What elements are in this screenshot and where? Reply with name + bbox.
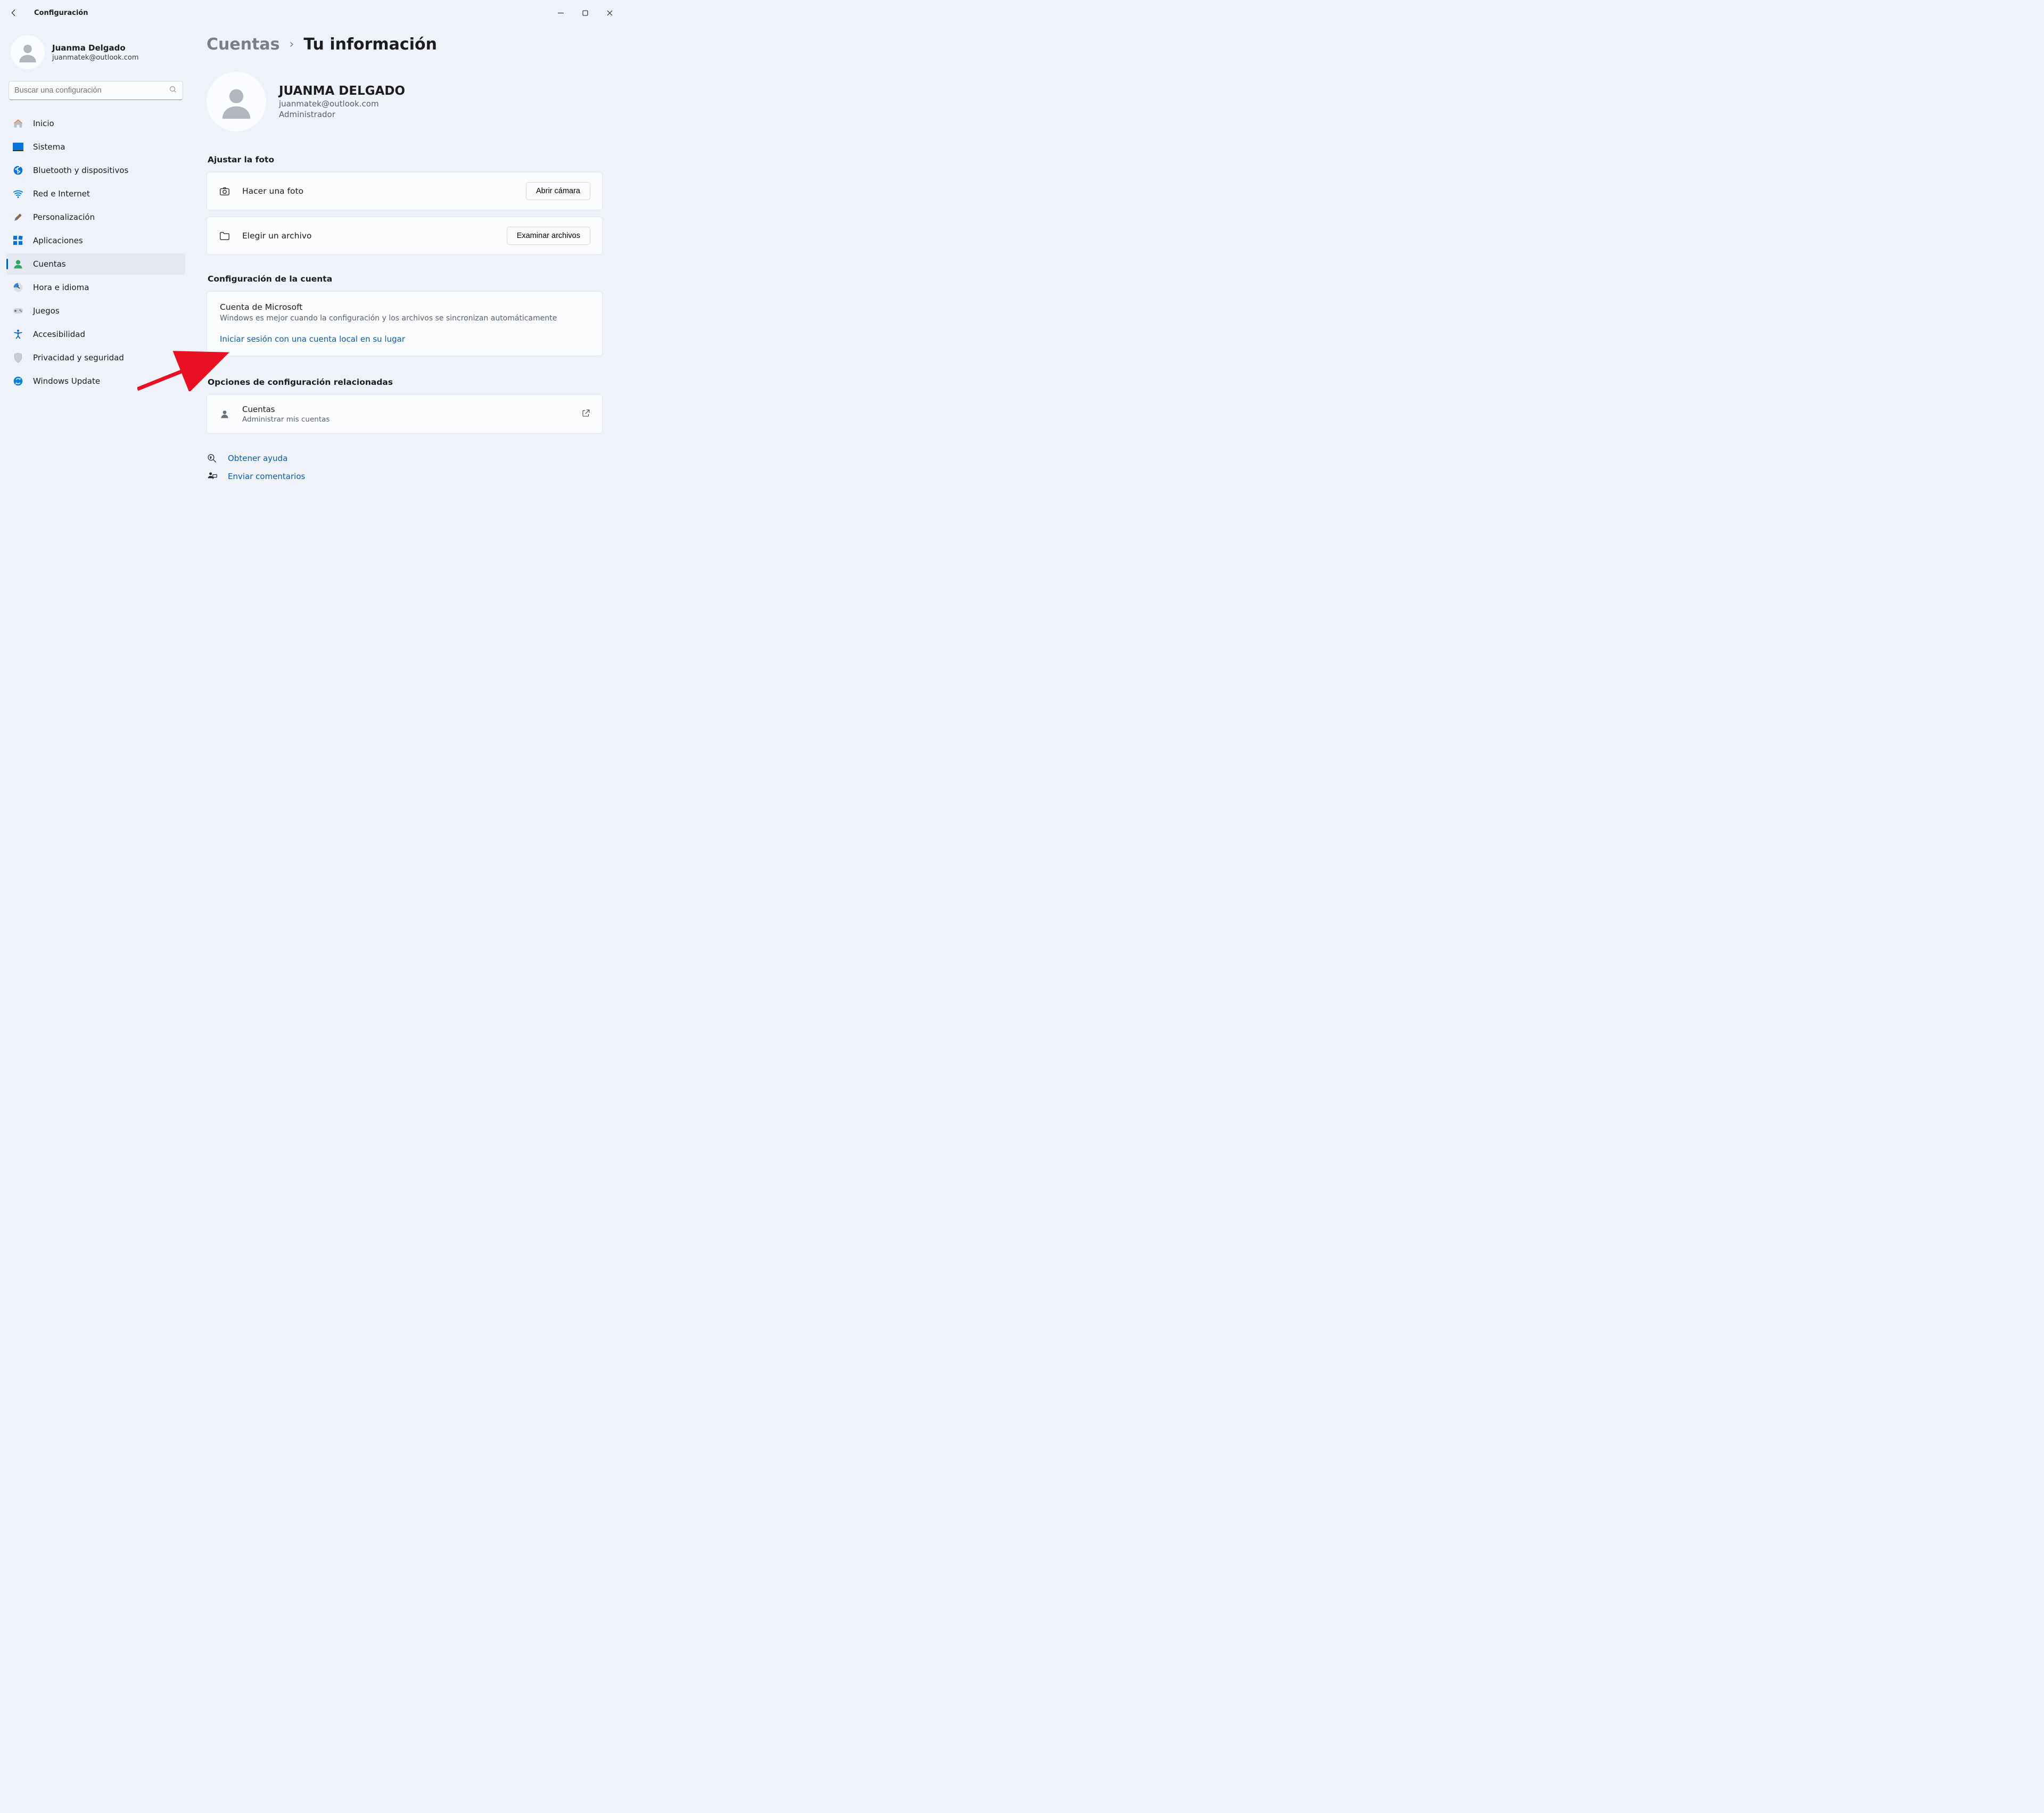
- sidebar-user-email: juanmatek@outlook.com: [52, 54, 139, 62]
- sidebar-user[interactable]: Juanma Delgado juanmatek@outlook.com: [6, 30, 185, 81]
- home-icon: [13, 118, 23, 129]
- sidebar-item-label: Red e Internet: [33, 189, 90, 199]
- sidebar-item-gaming[interactable]: Juegos: [6, 300, 185, 322]
- nav: Inicio Sistema Bluetooth y dispositivos Red…: [6, 113, 185, 392]
- maximize-button[interactable]: [573, 4, 597, 21]
- profile-role: Administrador: [279, 110, 405, 119]
- breadcrumb-current: Tu información: [303, 35, 437, 54]
- sidebar-item-apps[interactable]: Aplicaciones: [6, 230, 185, 251]
- choose-file-card: Elegir un archivo Examinar archivos: [207, 217, 603, 255]
- sidebar-item-accessibility[interactable]: Accesibilidad: [6, 324, 185, 345]
- sidebar-item-label: Accesibilidad: [33, 329, 85, 339]
- browse-files-button[interactable]: Examinar archivos: [507, 227, 590, 245]
- related-accounts-title: Cuentas: [242, 405, 570, 414]
- network-icon: [13, 188, 23, 199]
- folder-icon: [219, 230, 230, 242]
- svg-text:?: ?: [210, 456, 211, 460]
- sidebar-item-time[interactable]: Hora e idioma: [6, 277, 185, 298]
- related-accounts-desc: Administrar mis cuentas: [242, 415, 570, 424]
- breadcrumb-parent[interactable]: Cuentas: [207, 35, 280, 54]
- section-title-photo: Ajustar la foto: [208, 155, 603, 164]
- sidebar-item-label: Hora e idioma: [33, 283, 89, 292]
- feedback-icon: [207, 471, 218, 482]
- sidebar-item-label: Personalización: [33, 212, 95, 222]
- sidebar-item-label: Sistema: [33, 142, 65, 152]
- sidebar-item-personalization[interactable]: Personalización: [6, 207, 185, 228]
- help-label: Obtener ayuda: [228, 454, 287, 463]
- search-input[interactable]: [14, 86, 169, 95]
- account-card: Cuenta de Microsoft Windows es mejor cua…: [207, 291, 603, 356]
- bluetooth-icon: [13, 165, 23, 176]
- search-box[interactable]: [9, 81, 183, 100]
- personalization-icon: [13, 212, 23, 222]
- sidebar-item-privacy[interactable]: Privacidad y seguridad: [6, 347, 185, 368]
- update-icon: [13, 376, 23, 386]
- sidebar-item-system[interactable]: Sistema: [6, 136, 185, 158]
- profile-email: juanmatek@outlook.com: [279, 99, 405, 109]
- privacy-icon: [13, 352, 23, 363]
- titlebar: Configuración: [0, 0, 622, 26]
- help-icon: ?: [207, 453, 218, 464]
- gaming-icon: [13, 306, 23, 316]
- profile-header: JUANMA DELGADO juanmatek@outlook.com Adm…: [207, 72, 603, 131]
- section-title-related: Opciones de configuración relacionadas: [208, 377, 603, 387]
- profile-avatar: [207, 72, 266, 131]
- person-icon: [219, 409, 230, 419]
- ms-account-desc: Windows es mejor cuando la configuración…: [220, 314, 589, 323]
- sidebar-item-label: Privacidad y seguridad: [33, 353, 124, 362]
- app-title: Configuración: [34, 9, 88, 17]
- sidebar-item-bluetooth[interactable]: Bluetooth y dispositivos: [6, 160, 185, 181]
- back-button[interactable]: [6, 5, 21, 20]
- accessibility-icon: [13, 329, 23, 340]
- sidebar-item-label: Cuentas: [33, 259, 66, 269]
- apps-icon: [13, 235, 23, 246]
- person-icon: [17, 41, 39, 63]
- choose-file-label: Elegir un archivo: [242, 231, 495, 241]
- sidebar-item-label: Bluetooth y dispositivos: [33, 166, 128, 175]
- sidebar-item-network[interactable]: Red e Internet: [6, 183, 185, 204]
- feedback-label: Enviar comentarios: [228, 472, 305, 481]
- ms-account-title: Cuenta de Microsoft: [220, 302, 589, 312]
- person-icon: [218, 83, 255, 120]
- sidebar-item-label: Inicio: [33, 119, 54, 128]
- content: Cuentas › Tu información JUANMA DELGADO …: [192, 26, 622, 551]
- search-icon: [169, 85, 177, 96]
- sidebar: Juanma Delgado juanmatek@outlook.com Ini…: [0, 26, 192, 551]
- sidebar-item-label: Windows Update: [33, 376, 100, 386]
- take-photo-label: Hacer una foto: [242, 186, 514, 196]
- sidebar-user-name: Juanma Delgado: [52, 43, 139, 53]
- take-photo-card: Hacer una foto Abrir cámara: [207, 172, 603, 210]
- related-accounts-card[interactable]: Cuentas Administrar mis cuentas: [207, 394, 603, 434]
- camera-icon: [219, 185, 230, 197]
- feedback-link[interactable]: Enviar comentarios: [207, 471, 603, 482]
- system-icon: [13, 142, 23, 152]
- accounts-icon: [13, 259, 23, 269]
- avatar: [11, 35, 45, 69]
- section-title-account: Configuración de la cuenta: [208, 274, 603, 284]
- sidebar-item-update[interactable]: Windows Update: [6, 370, 185, 392]
- breadcrumb: Cuentas › Tu información: [207, 35, 603, 54]
- open-external-icon: [582, 409, 590, 419]
- sidebar-item-accounts[interactable]: Cuentas: [6, 253, 185, 275]
- minimize-button[interactable]: [548, 4, 573, 21]
- local-signin-link[interactable]: Iniciar sesión con una cuenta local en s…: [220, 334, 589, 344]
- chevron-right-icon: ›: [290, 38, 294, 51]
- sidebar-item-label: Juegos: [33, 306, 60, 316]
- open-camera-button[interactable]: Abrir cámara: [526, 182, 590, 200]
- profile-name: JUANMA DELGADO: [279, 84, 405, 98]
- sidebar-item-label: Aplicaciones: [33, 236, 83, 245]
- help-link[interactable]: ? Obtener ayuda: [207, 453, 603, 464]
- time-icon: [13, 282, 23, 293]
- sidebar-item-home[interactable]: Inicio: [6, 113, 185, 134]
- close-button[interactable]: [597, 4, 622, 21]
